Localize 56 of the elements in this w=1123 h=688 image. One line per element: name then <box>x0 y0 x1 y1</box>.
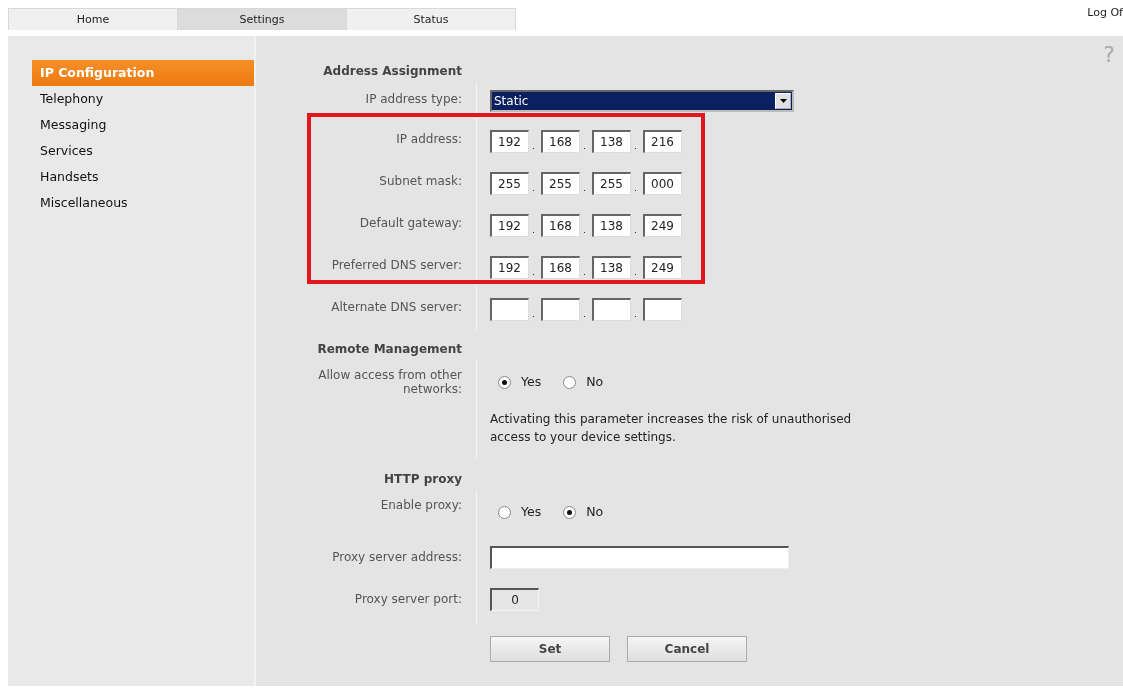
radio-button[interactable] <box>563 376 577 389</box>
input-field[interactable]: 192 <box>490 129 529 153</box>
input-field[interactable]: 168 <box>541 129 580 153</box>
field-label: Proxy server address: <box>332 550 462 564</box>
field-label: Proxy server port: <box>354 592 462 606</box>
input-field[interactable]: 000 <box>643 171 682 195</box>
section-heading: HTTP proxy <box>384 472 462 486</box>
field-label: Enable proxy: <box>380 498 462 512</box>
field-label: Allow access from other networks: <box>318 368 462 396</box>
radio-button[interactable] <box>563 506 577 519</box>
field-label: IP address type: <box>365 92 462 106</box>
input-field[interactable]: 138 <box>592 255 631 279</box>
input-field[interactable]: 216 <box>643 129 682 153</box>
info-text: Activating this parameter increases the risk of unauthorised access to your device settings. <box>490 411 853 446</box>
radio-label[interactable]: No <box>586 374 604 389</box>
sidebar-item[interactable]: Miscellaneous <box>32 190 254 216</box>
field-label: Default gateway: <box>359 216 462 230</box>
radio-button[interactable] <box>498 376 511 389</box>
input-field[interactable]: 138 <box>592 129 631 153</box>
field-label: Subnet mask: <box>379 174 462 188</box>
input-field[interactable] <box>643 297 682 321</box>
input-field[interactable]: 255 <box>541 171 580 195</box>
sidebar-item[interactable]: Telephony <box>32 86 254 112</box>
form-button[interactable]: Set <box>490 636 610 662</box>
section-heading: Remote Management <box>317 342 462 356</box>
tab[interactable]: Home <box>8 8 178 30</box>
input-field[interactable]: 249 <box>643 255 682 279</box>
input-field[interactable] <box>541 297 580 321</box>
input-field[interactable] <box>490 546 789 569</box>
field-label: Preferred DNS server: <box>331 258 462 272</box>
tab[interactable]: Settings <box>177 8 347 30</box>
input-field[interactable]: 192 <box>490 213 529 237</box>
sidebar-item[interactable]: Services <box>32 138 254 164</box>
radio-label[interactable]: No <box>586 504 604 519</box>
sidebar-item[interactable]: Messaging <box>32 112 254 138</box>
logoff-link[interactable]: Log Of <box>1087 6 1123 19</box>
input-field[interactable]: 138 <box>592 213 631 237</box>
input-field[interactable]: 255 <box>490 171 529 195</box>
field-label: Alternate DNS server: <box>331 300 462 314</box>
sidebar-item[interactable]: Handsets <box>32 164 254 190</box>
input-field[interactable] <box>490 297 529 321</box>
field-label: IP address: <box>396 132 462 146</box>
section-heading: Address Assignment <box>323 64 462 78</box>
input-field[interactable]: 192 <box>490 255 529 279</box>
form-button[interactable]: Cancel <box>627 636 747 662</box>
tab[interactable]: Status <box>346 8 516 30</box>
dropdown[interactable]: Static <box>490 90 794 112</box>
input-field[interactable]: 0 <box>490 588 539 611</box>
input-field[interactable]: 168 <box>541 255 580 279</box>
input-field[interactable]: 249 <box>643 213 682 237</box>
input-field[interactable] <box>592 297 631 321</box>
radio-label[interactable]: Yes <box>521 504 542 519</box>
input-field[interactable]: 168 <box>541 213 580 237</box>
radio-button[interactable] <box>498 506 511 519</box>
input-field[interactable]: 255 <box>592 171 631 195</box>
radio-label[interactable]: Yes <box>521 374 542 389</box>
